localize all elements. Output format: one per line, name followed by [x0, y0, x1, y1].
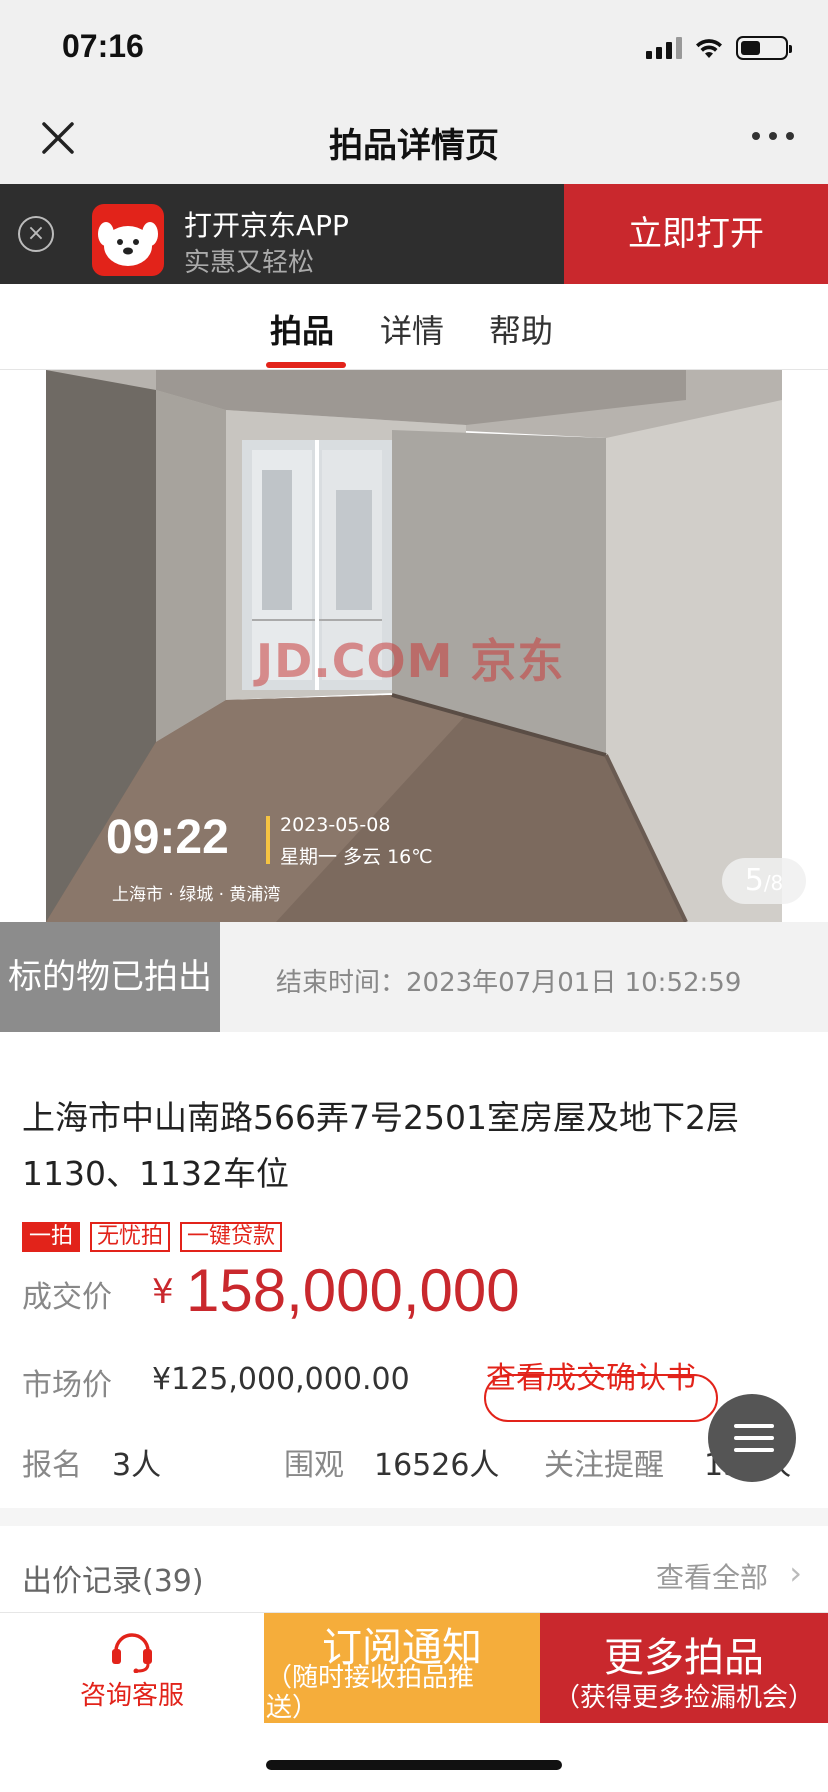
tag-list: 一拍 无忧拍 一键贷款 — [22, 1222, 283, 1252]
tab-bar: 拍品 详情 帮助 — [0, 284, 828, 370]
wifi-icon — [696, 39, 722, 58]
tag-badge: 无忧拍 — [90, 1222, 171, 1252]
banner-close-button[interactable]: × — [18, 216, 54, 252]
tab-item[interactable]: 拍品 — [270, 306, 334, 352]
home-indicator[interactable] — [266, 1760, 562, 1770]
views-value: 16526人 — [374, 1448, 500, 1483]
tag-badge: 一拍 — [22, 1222, 81, 1252]
more-items-sublabel: （获得更多捡漏机会） — [553, 1683, 814, 1713]
banner-subtitle: 实惠又轻松 — [184, 248, 315, 278]
deal-price-value: 158,000,000 — [186, 1257, 520, 1324]
views-label: 围观 — [284, 1448, 344, 1483]
auction-status: 标的物已拍出 结束时间：2023年07月01日 10:52:59 — [0, 922, 828, 1032]
more-icon[interactable] — [752, 132, 794, 140]
subscribe-sublabel: （随时接收拍品推送） — [266, 1663, 475, 1723]
sold-badge: 标的物已拍出 — [0, 922, 220, 1032]
deal-price-label: 成交价 — [22, 1280, 112, 1315]
page-title: 拍品详情页 — [329, 126, 499, 166]
open-app-button[interactable]: 立即打开 — [564, 184, 828, 284]
more-items-label: 更多拍品 — [604, 1635, 764, 1681]
photo-carousel[interactable]: JD.COM 京东 09:22 2023-05-08 星期一 多云 16℃ 上海… — [0, 370, 828, 922]
photo-stamp-divider — [266, 816, 270, 864]
bottom-action-bar: 咨询客服 订阅通知 （随时接收拍品推送） 更多拍品 （获得更多捡漏机会） — [0, 1612, 828, 1723]
photo-stamp-weather: 星期一 多云 16℃ — [280, 846, 433, 868]
photo-stamp-time: 09:22 — [106, 811, 229, 864]
headset-icon — [112, 1633, 152, 1673]
watermark: JD.COM 京东 — [256, 634, 565, 688]
tab-detail[interactable]: 详情 — [380, 306, 444, 352]
customer-service-label: 咨询客服 — [79, 1681, 184, 1711]
room-photo[interactable]: JD.COM 京东 09:22 2023-05-08 星期一 多云 16℃ 上海… — [46, 370, 782, 922]
signup-label: 报名 — [22, 1448, 82, 1483]
status-time: 07:16 — [62, 28, 144, 64]
follow-label: 关注提醒 — [544, 1448, 664, 1483]
signal-icon — [646, 37, 682, 59]
chevron-right-icon[interactable]: › — [789, 1554, 802, 1592]
battery-icon — [736, 36, 792, 60]
photo-stamp-date: 2023-05-08 — [280, 814, 391, 836]
app-banner: × 打开京东APP 实惠又轻松 立即打开 — [0, 184, 828, 284]
end-time: 结束时间：2023年07月01日 10:52:59 — [276, 968, 742, 998]
section-divider — [0, 1508, 828, 1526]
banner-title: 打开京东APP — [184, 209, 349, 242]
menu-icon[interactable] — [708, 1394, 796, 1482]
nav-bar: 拍品详情页 — [0, 92, 828, 184]
item-title: 上海市中山南路566弄7号2501室房屋及地下2层1130、1132车位 — [22, 1098, 739, 1193]
customer-service-button[interactable]: 咨询客服 — [0, 1613, 264, 1723]
view-confirmation-link[interactable]: 查看成交确认书 — [486, 1362, 700, 1396]
tab-help[interactable]: 帮助 — [489, 306, 553, 352]
bid-records-title: 出价记录(39) — [22, 1564, 204, 1599]
tag-badge: 一键贷款 — [180, 1222, 283, 1252]
status-icons — [646, 36, 792, 60]
photo-counter: 5/8 — [722, 858, 806, 904]
market-price-label: 市场价 — [22, 1368, 112, 1403]
currency-sign: ¥ — [152, 1272, 174, 1312]
photo-counter-current: 5 — [744, 863, 764, 898]
photo-stamp-location: 上海市 · 绿城 · 黄浦湾 — [112, 885, 281, 905]
view-all-bids-link[interactable]: 查看全部 — [656, 1556, 768, 1596]
market-price-value: ¥125,000,000.00 — [152, 1362, 410, 1397]
status-bar: 07:16 — [0, 0, 828, 92]
more-items-button[interactable]: 更多拍品 （获得更多捡漏机会） — [540, 1613, 828, 1723]
photo-counter-total: /8 — [763, 871, 784, 895]
signup-value: 3人 — [112, 1448, 162, 1483]
subscribe-button[interactable]: 订阅通知 （随时接收拍品推送） — [264, 1613, 540, 1723]
jd-logo-icon — [92, 204, 164, 276]
tab-active-indicator — [266, 362, 346, 368]
